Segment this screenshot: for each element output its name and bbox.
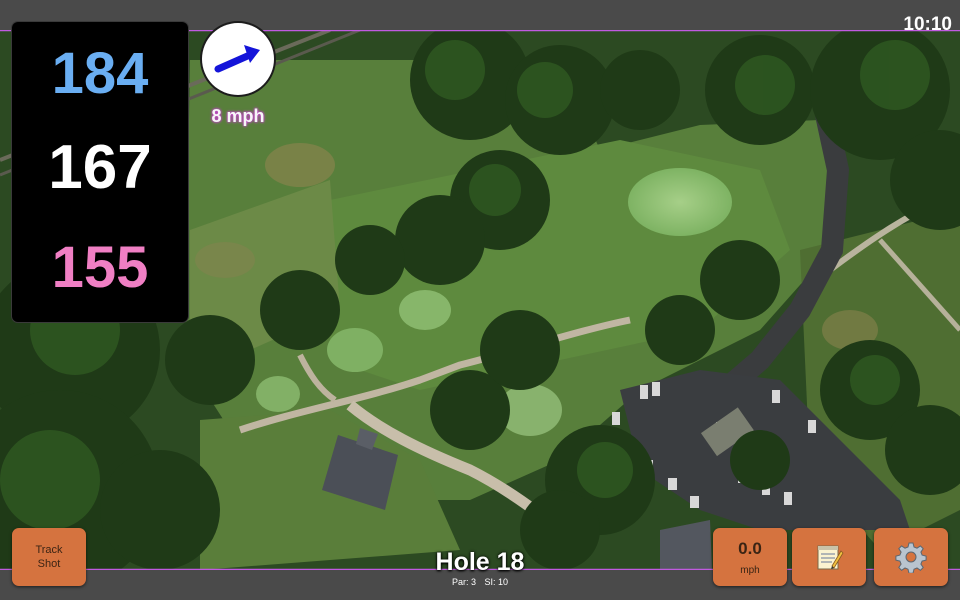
- speed-button[interactable]: 0.0 mph: [713, 528, 787, 586]
- wind-speed-label: 8 mph: [211, 106, 265, 126]
- distance-back: 184: [51, 41, 149, 106]
- speed-value: 0.0: [738, 538, 762, 558]
- arrow-right-up-icon: [214, 45, 260, 73]
- distance-front: 155: [51, 235, 149, 300]
- hole-par: Par: 3: [451, 577, 476, 587]
- track-shot-label-line1: Track: [35, 544, 63, 556]
- gear-icon: [895, 542, 927, 573]
- track-shot-button[interactable]: Track Shot: [12, 528, 86, 586]
- notes-button[interactable]: [792, 528, 866, 586]
- settings-button[interactable]: [874, 528, 948, 586]
- notepad-icon: [817, 545, 844, 570]
- hole-title: Hole 18: [435, 548, 525, 576]
- wind-direction-dial: [202, 23, 274, 95]
- hole-stroke-index: SI: 10: [484, 577, 509, 587]
- speed-unit: mph: [740, 564, 760, 576]
- distance-middle: 167: [48, 133, 152, 202]
- hole-info: Par: 3 SI: 10: [380, 577, 580, 587]
- track-shot-label-line2: Shot: [37, 558, 61, 570]
- distance-panel: 184 167 155: [12, 22, 188, 322]
